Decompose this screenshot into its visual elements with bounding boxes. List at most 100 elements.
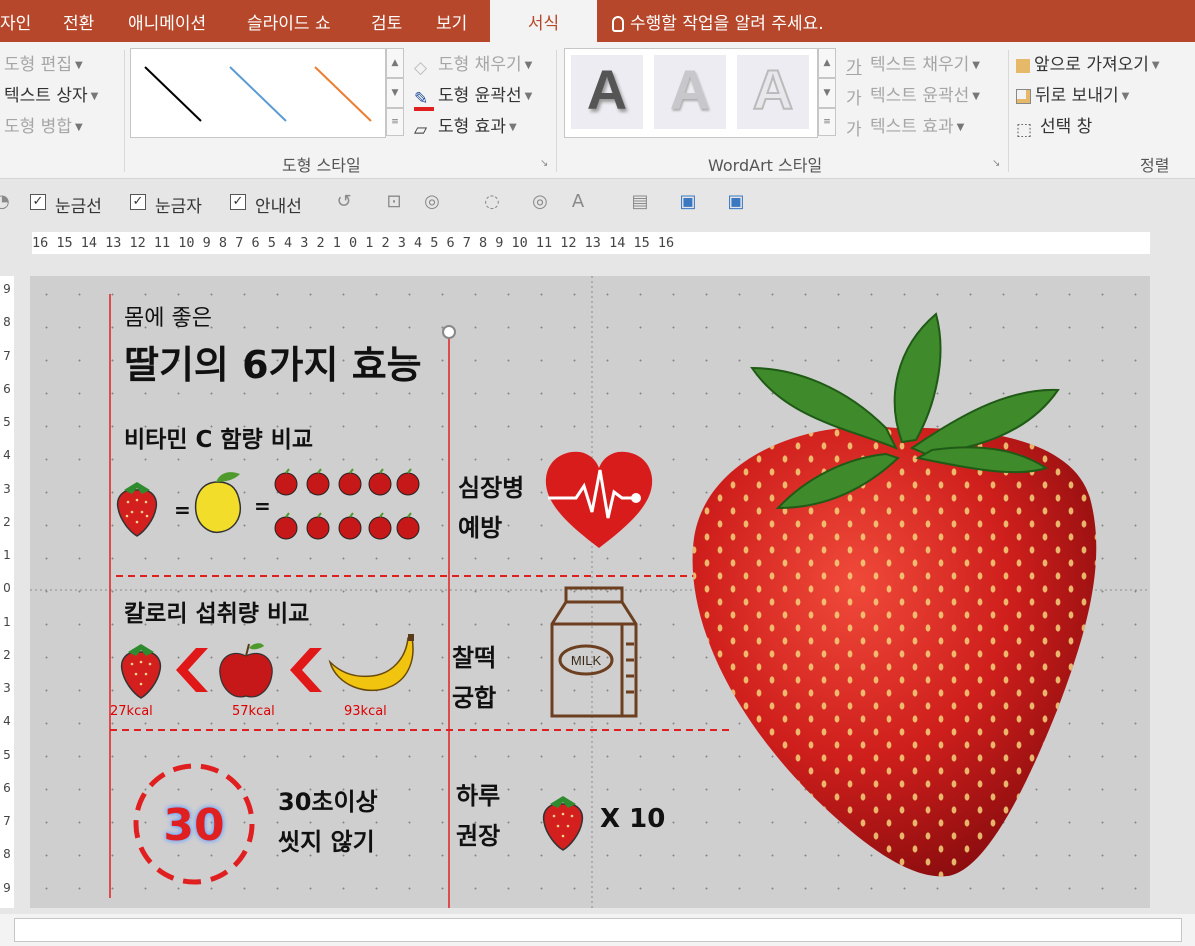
gallery-up-icon[interactable]: ▲	[386, 48, 404, 78]
ruler-number: 2	[3, 514, 11, 529]
tab-design[interactable]: 자인	[0, 0, 31, 42]
guides-checkbox[interactable]: ✓	[230, 194, 246, 210]
ruler-number: 3	[3, 481, 11, 496]
rotation-handle[interactable]	[442, 325, 456, 339]
reset-icon[interactable]: ↺	[332, 191, 356, 213]
ruler-number: 5	[3, 747, 11, 762]
text-outline-button[interactable]: 가 텍스트 윤곽선 ▼	[846, 81, 980, 109]
ruler-number: 9	[3, 880, 11, 895]
shape-fragment-icon[interactable]: ◌	[480, 191, 504, 213]
shape-style-gallery[interactable]	[130, 48, 386, 138]
ribbon: 도형 편집 ▼ 텍스트 상자 ▼ 도형 병합 ▼ ▲ ▼ ≡ ◇ 도형 채우기 ▼ ✎ 도형…	[0, 42, 1195, 179]
wordart-gallery[interactable]: A A A	[564, 48, 818, 138]
slide-subtitle[interactable]: 몸에 좋은	[124, 300, 212, 332]
picture-icon[interactable]: ▣	[676, 191, 700, 213]
bring-forward-button[interactable]: 앞으로 가져오기 ▼	[1016, 50, 1160, 75]
daily-line-2[interactable]: 권장	[456, 816, 500, 856]
orange-line-style[interactable]	[314, 66, 372, 122]
tab-review[interactable]: 검토	[371, 0, 402, 42]
vitamin-heading[interactable]: 비타민 C 함량 비교	[124, 420, 313, 454]
wash-line-1[interactable]: 30초이상	[278, 782, 378, 822]
guides-label: 안내선	[255, 197, 302, 217]
text-effects-button[interactable]: 가 텍스트 효과 ▼	[846, 112, 964, 140]
menu-bar: 자인 전환 애니메이션 슬라이드 쇼 검토 보기 서식 수행할 작업을 알려 주…	[0, 0, 1195, 42]
kcal-apple: 57kcal	[232, 704, 275, 719]
lemon-icon[interactable]	[190, 468, 246, 538]
wordart-down-icon[interactable]: ▼	[818, 78, 836, 108]
clock-icon[interactable]: ◔	[0, 191, 14, 213]
send-backward-button[interactable]: 뒤로 보내기 ▼	[1016, 81, 1129, 106]
ruler-checkbox[interactable]: ✓	[130, 194, 146, 210]
text-fill-button[interactable]: 가 텍스트 채우기 ▼	[846, 50, 980, 78]
apple-group-icon[interactable]	[272, 468, 422, 546]
dialog-launcher-icon[interactable]: ↘	[540, 158, 548, 169]
shape-effects-button[interactable]: ▱ 도형 효과 ▼	[414, 112, 517, 140]
gallery-more-icon[interactable]: ≡	[386, 108, 404, 136]
text-outline-icon: 가	[846, 89, 862, 109]
slide-title[interactable]: 딸기의 6가지 효능	[124, 334, 422, 389]
tab-view[interactable]: 보기	[436, 0, 467, 42]
text-style-icon[interactable]: A	[566, 191, 590, 213]
heart-label-1[interactable]: 심장병	[458, 470, 524, 506]
shape-outline-button[interactable]: ✎ 도형 윤곽선 ▼	[414, 81, 532, 111]
ruler-number: 6	[3, 381, 11, 396]
wordart-up-icon[interactable]: ▲	[818, 48, 836, 78]
send-backward-icon	[1016, 89, 1031, 104]
timer-number[interactable]: 30	[132, 800, 256, 851]
strawberry-icon[interactable]	[540, 790, 586, 852]
milk-label-2[interactable]: 궁합	[452, 680, 496, 716]
wash-line-2[interactable]: 씻지 않기	[278, 822, 375, 862]
heart-icon[interactable]	[542, 448, 656, 550]
selection-pane-button[interactable]: ⬚ 선택 창	[1016, 112, 1092, 140]
tab-slideshow[interactable]: 슬라이드 쇼	[247, 0, 331, 42]
edit-shape-button[interactable]: 도형 편집 ▼	[4, 50, 83, 75]
tab-animations[interactable]: 애니메이션	[128, 0, 206, 42]
merge-shapes-button[interactable]: 도형 병합 ▼	[4, 112, 83, 137]
calorie-heading[interactable]: 칼로리 섭취량 비교	[124, 594, 309, 628]
ruler-number: 1	[3, 614, 11, 629]
view-toolbar: ◔ ✓ 눈금선 ✓ 눈금자 ✓ 안내선 ↺ ⊡ ◎ ◌ ◎ A ▤ ▣ ▣	[0, 179, 1195, 227]
shape-effects-icon: ▱	[414, 120, 428, 140]
tab-format[interactable]: 서식	[490, 0, 597, 42]
tab-transitions[interactable]: 전환	[63, 0, 94, 42]
black-line-style[interactable]	[144, 66, 202, 122]
text-effects-icon: 가	[846, 120, 862, 140]
slide-canvas[interactable]: 몸에 좋은 딸기의 6가지 효능 비타민 C 함량 비교 = = 심장병 예방 …	[30, 276, 1150, 908]
banana-icon[interactable]	[326, 634, 420, 698]
dialog-launcher-icon[interactable]: ↘	[992, 158, 1000, 169]
strawberry-icon[interactable]	[118, 638, 164, 700]
equals-sign-2: =	[254, 494, 271, 518]
online-picture-icon[interactable]: ▣	[724, 191, 748, 213]
milk-text: MILK	[571, 653, 602, 668]
wordart-style-light[interactable]: A	[654, 55, 726, 129]
gallery-down-icon[interactable]: ▼	[386, 78, 404, 108]
heart-label-2[interactable]: 예방	[458, 510, 502, 546]
wordart-style-shadow[interactable]: A	[571, 55, 643, 129]
strawberry-photo[interactable]	[686, 308, 1106, 886]
vertical-ruler: 9 8 7 6 5 4 3 2 1 0 1 2 3 4 5 6 7 8 9	[0, 276, 14, 908]
ruler-label: 눈금자	[155, 197, 202, 217]
shape-intersect-icon[interactable]: ◎	[528, 191, 552, 213]
horizontal-ruler: 16 15 14 13 12 11 10 9 8 7 6 5 4 3 2 1 0…	[32, 232, 1150, 254]
paste-icon[interactable]: ▤	[628, 191, 652, 213]
present-icon[interactable]: ⊡	[382, 191, 406, 213]
milk-carton-icon[interactable]: MILK	[546, 584, 642, 720]
text-box-button[interactable]: 텍스트 상자 ▼	[4, 81, 98, 106]
blue-line-style[interactable]	[229, 66, 287, 122]
ruler-number: 8	[3, 315, 11, 330]
daily-line-1[interactable]: 하루	[456, 776, 500, 816]
strawberry-icon[interactable]	[114, 476, 160, 538]
notes-field[interactable]	[14, 918, 1182, 942]
apple-icon[interactable]	[216, 640, 276, 702]
shape-union-icon[interactable]: ◎	[420, 191, 444, 213]
shape-fill-button[interactable]: ◇ 도형 채우기 ▼	[414, 50, 532, 78]
daily-count[interactable]: X 10	[600, 804, 665, 834]
tell-me-text: 수행할 작업을 알려 주세요.	[630, 14, 824, 34]
gridlines-checkbox[interactable]: ✓	[30, 194, 46, 210]
wordart-more-icon[interactable]: ≡	[818, 108, 836, 136]
chevron-left-icon	[290, 648, 322, 692]
milk-label-1[interactable]: 찰떡	[452, 640, 496, 676]
tell-me-box[interactable]: 수행할 작업을 알려 주세요.	[612, 0, 824, 42]
wordart-style-outline[interactable]: A	[737, 55, 809, 129]
ruler-number: 3	[3, 681, 11, 696]
